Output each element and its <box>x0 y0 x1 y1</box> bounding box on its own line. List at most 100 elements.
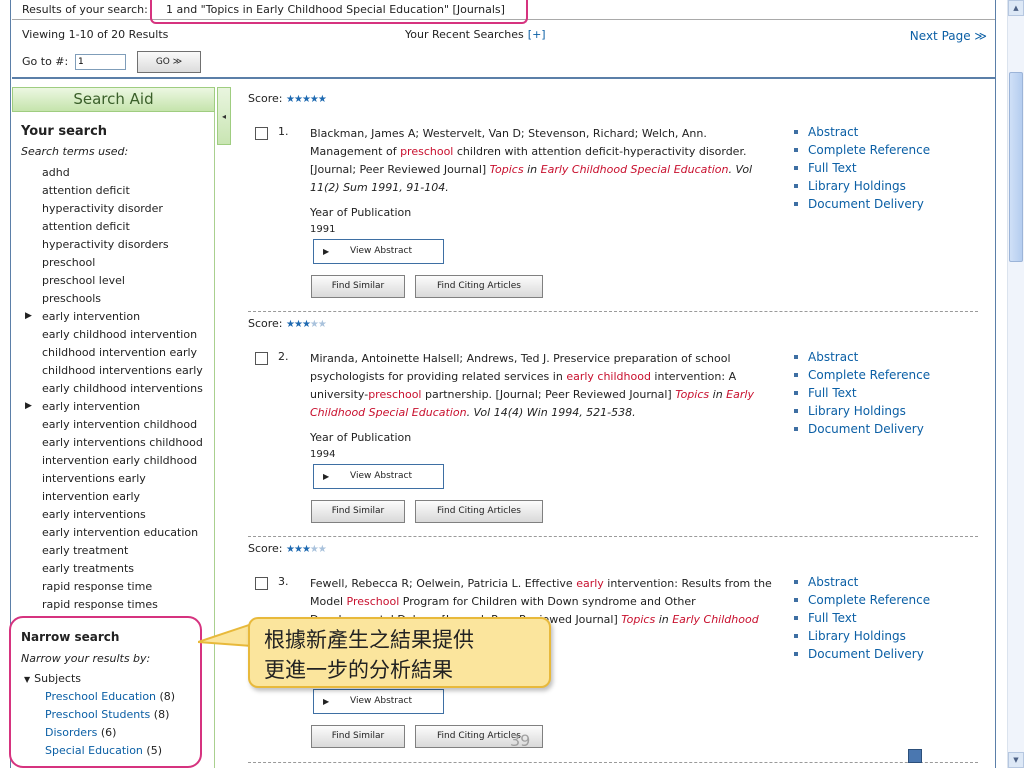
year-value: 1994 <box>310 449 336 460</box>
terms-used-label: Search terms used: <box>21 145 129 158</box>
complete-reference-link[interactable]: Complete Reference <box>808 368 930 382</box>
term-item: intervention early childhood <box>42 454 198 467</box>
goto-page-input[interactable] <box>75 54 126 70</box>
find-similar-button[interactable]: Find Similar <box>311 500 405 523</box>
full-text-link[interactable]: Full Text <box>808 386 857 400</box>
result-links: Abstract Complete Reference Full Text Li… <box>794 575 930 665</box>
next-page-link[interactable]: Next Page ≫ <box>910 29 987 43</box>
result-number: 2. <box>278 350 289 363</box>
slide-sorter-icon[interactable] <box>908 749 922 763</box>
callout-text-line2: 更進一步的分析結果 <box>264 658 453 682</box>
term-item: early treatments <box>42 562 135 575</box>
view-abstract-button[interactable]: ▶ View Abstract <box>313 239 444 264</box>
score-row: Score: ★★★★★ <box>248 317 327 330</box>
score-stars: ★★★★★ <box>286 94 327 105</box>
result-number: 3. <box>278 575 289 588</box>
document-delivery-link[interactable]: Document Delivery <box>808 422 924 436</box>
term-item: early interventions <box>42 508 146 521</box>
score-stars: ★★★★★ <box>286 319 327 330</box>
result-item: 1. Blackman, James A; Westervelt, Van D;… <box>248 122 988 327</box>
abstract-link[interactable]: Abstract <box>808 125 858 139</box>
result-divider <box>248 536 978 537</box>
collapse-sidebar-button[interactable]: ◂ <box>217 87 231 145</box>
library-holdings-link[interactable]: Library Holdings <box>808 179 906 193</box>
document-delivery-link[interactable]: Document Delivery <box>808 197 924 211</box>
search-terms-list: adhd attention deficit hyperactivity dis… <box>25 165 203 615</box>
recent-searches[interactable]: Your Recent Searches [+] <box>405 28 546 41</box>
term-item: attention deficit <box>42 184 130 197</box>
view-abstract-button[interactable]: ▶ View Abstract <box>313 689 444 714</box>
term-item: adhd <box>42 166 70 179</box>
library-holdings-link[interactable]: Library Holdings <box>808 629 906 643</box>
play-arrow-icon: ▶ <box>323 247 330 256</box>
term-item: preschools <box>42 292 102 305</box>
abstract-link[interactable]: Abstract <box>808 575 858 589</box>
term-item: hyperactivity disorder <box>42 202 163 215</box>
result-links: Abstract Complete Reference Full Text Li… <box>794 350 930 440</box>
select-checkbox[interactable] <box>255 127 268 140</box>
find-citing-button[interactable]: Find Citing Articles <box>415 500 543 523</box>
full-text-link[interactable]: Full Text <box>808 611 857 625</box>
find-citing-button[interactable]: Find Citing Articles <box>415 275 543 298</box>
term-item: early childhood intervention <box>42 328 198 341</box>
year-label: Year of Publication <box>310 206 412 219</box>
find-similar-button[interactable]: Find Similar <box>311 275 405 298</box>
score-stars: ★★★★★ <box>286 544 327 555</box>
term-item-expandable[interactable]: ▶ early intervention <box>25 399 203 417</box>
document-delivery-link[interactable]: Document Delivery <box>808 647 924 661</box>
select-checkbox[interactable] <box>255 352 268 365</box>
term-item: hyperactivity disorders <box>42 238 169 251</box>
year-label: Year of Publication <box>310 431 412 444</box>
year-value: 1991 <box>310 224 336 235</box>
your-search-heading: Your search <box>21 124 108 139</box>
term-item: early childhood interventions <box>42 382 203 395</box>
goto-label: Go to #: <box>22 55 69 68</box>
term-item: rapid response times <box>42 598 158 611</box>
score-row: Score: ★★★★★ <box>248 542 327 555</box>
search-aid-title: Search Aid <box>12 87 215 112</box>
select-checkbox[interactable] <box>255 577 268 590</box>
term-item-expandable[interactable]: ▶ early intervention <box>25 309 203 327</box>
narrow-search-highlight-box <box>9 616 202 768</box>
expand-arrow-icon[interactable]: ▶ <box>25 309 32 324</box>
abstract-link[interactable]: Abstract <box>808 350 858 364</box>
scroll-down-arrow-icon[interactable]: ▼ <box>1008 752 1024 768</box>
term-item: interventions early <box>42 472 146 485</box>
vertical-scrollbar[interactable]: ▲ ▼ <box>1007 0 1024 768</box>
term-item: preschool <box>42 256 96 269</box>
view-abstract-button[interactable]: ▶ View Abstract <box>313 464 444 489</box>
complete-reference-link[interactable]: Complete Reference <box>808 593 930 607</box>
result-divider <box>248 311 978 312</box>
term-item: rapid response time <box>42 580 153 593</box>
score-row: Score: ★★★★★ <box>248 92 327 105</box>
library-holdings-link[interactable]: Library Holdings <box>808 404 906 418</box>
play-arrow-icon: ▶ <box>323 697 330 706</box>
results-label: Results of your search: <box>22 3 148 16</box>
term-item: early treatment <box>42 544 129 557</box>
expand-recent-link[interactable]: [+] <box>528 28 546 41</box>
term-item: early interventions childhood <box>42 436 203 449</box>
result-divider <box>248 762 978 763</box>
citation: Blackman, James A; Westervelt, Van D; St… <box>310 127 753 194</box>
expand-arrow-icon[interactable]: ▶ <box>25 399 32 414</box>
callout-text-line1: 根據新產生之結果提供 <box>264 628 474 652</box>
term-item: attention deficit <box>42 220 130 233</box>
slide-number: 39 <box>510 731 531 750</box>
viewing-count: Viewing 1-10 of 20 Results <box>22 28 169 41</box>
full-text-link[interactable]: Full Text <box>808 161 857 175</box>
term-item: intervention early <box>42 490 141 503</box>
go-button[interactable]: GO ≫ <box>137 51 201 73</box>
result-item: 2. Miranda, Antoinette Halsell; Andrews,… <box>248 347 988 552</box>
term-item: early intervention childhood <box>42 418 198 431</box>
scroll-up-arrow-icon[interactable]: ▲ <box>1008 0 1024 16</box>
find-similar-button[interactable]: Find Similar <box>311 725 405 748</box>
play-arrow-icon: ▶ <box>323 472 330 481</box>
annotation-callout: 根據新產生之結果提供 更進一步的分析結果 <box>248 617 551 688</box>
term-item: preschool level <box>42 274 125 287</box>
term-item: childhood intervention early <box>42 346 198 359</box>
callout-pointer <box>198 622 252 648</box>
scrollbar-thumb[interactable] <box>1009 72 1023 262</box>
results-toolbar: Viewing 1-10 of 20 Results Your Recent S… <box>12 21 995 79</box>
result-links: Abstract Complete Reference Full Text Li… <box>794 125 930 215</box>
complete-reference-link[interactable]: Complete Reference <box>808 143 930 157</box>
